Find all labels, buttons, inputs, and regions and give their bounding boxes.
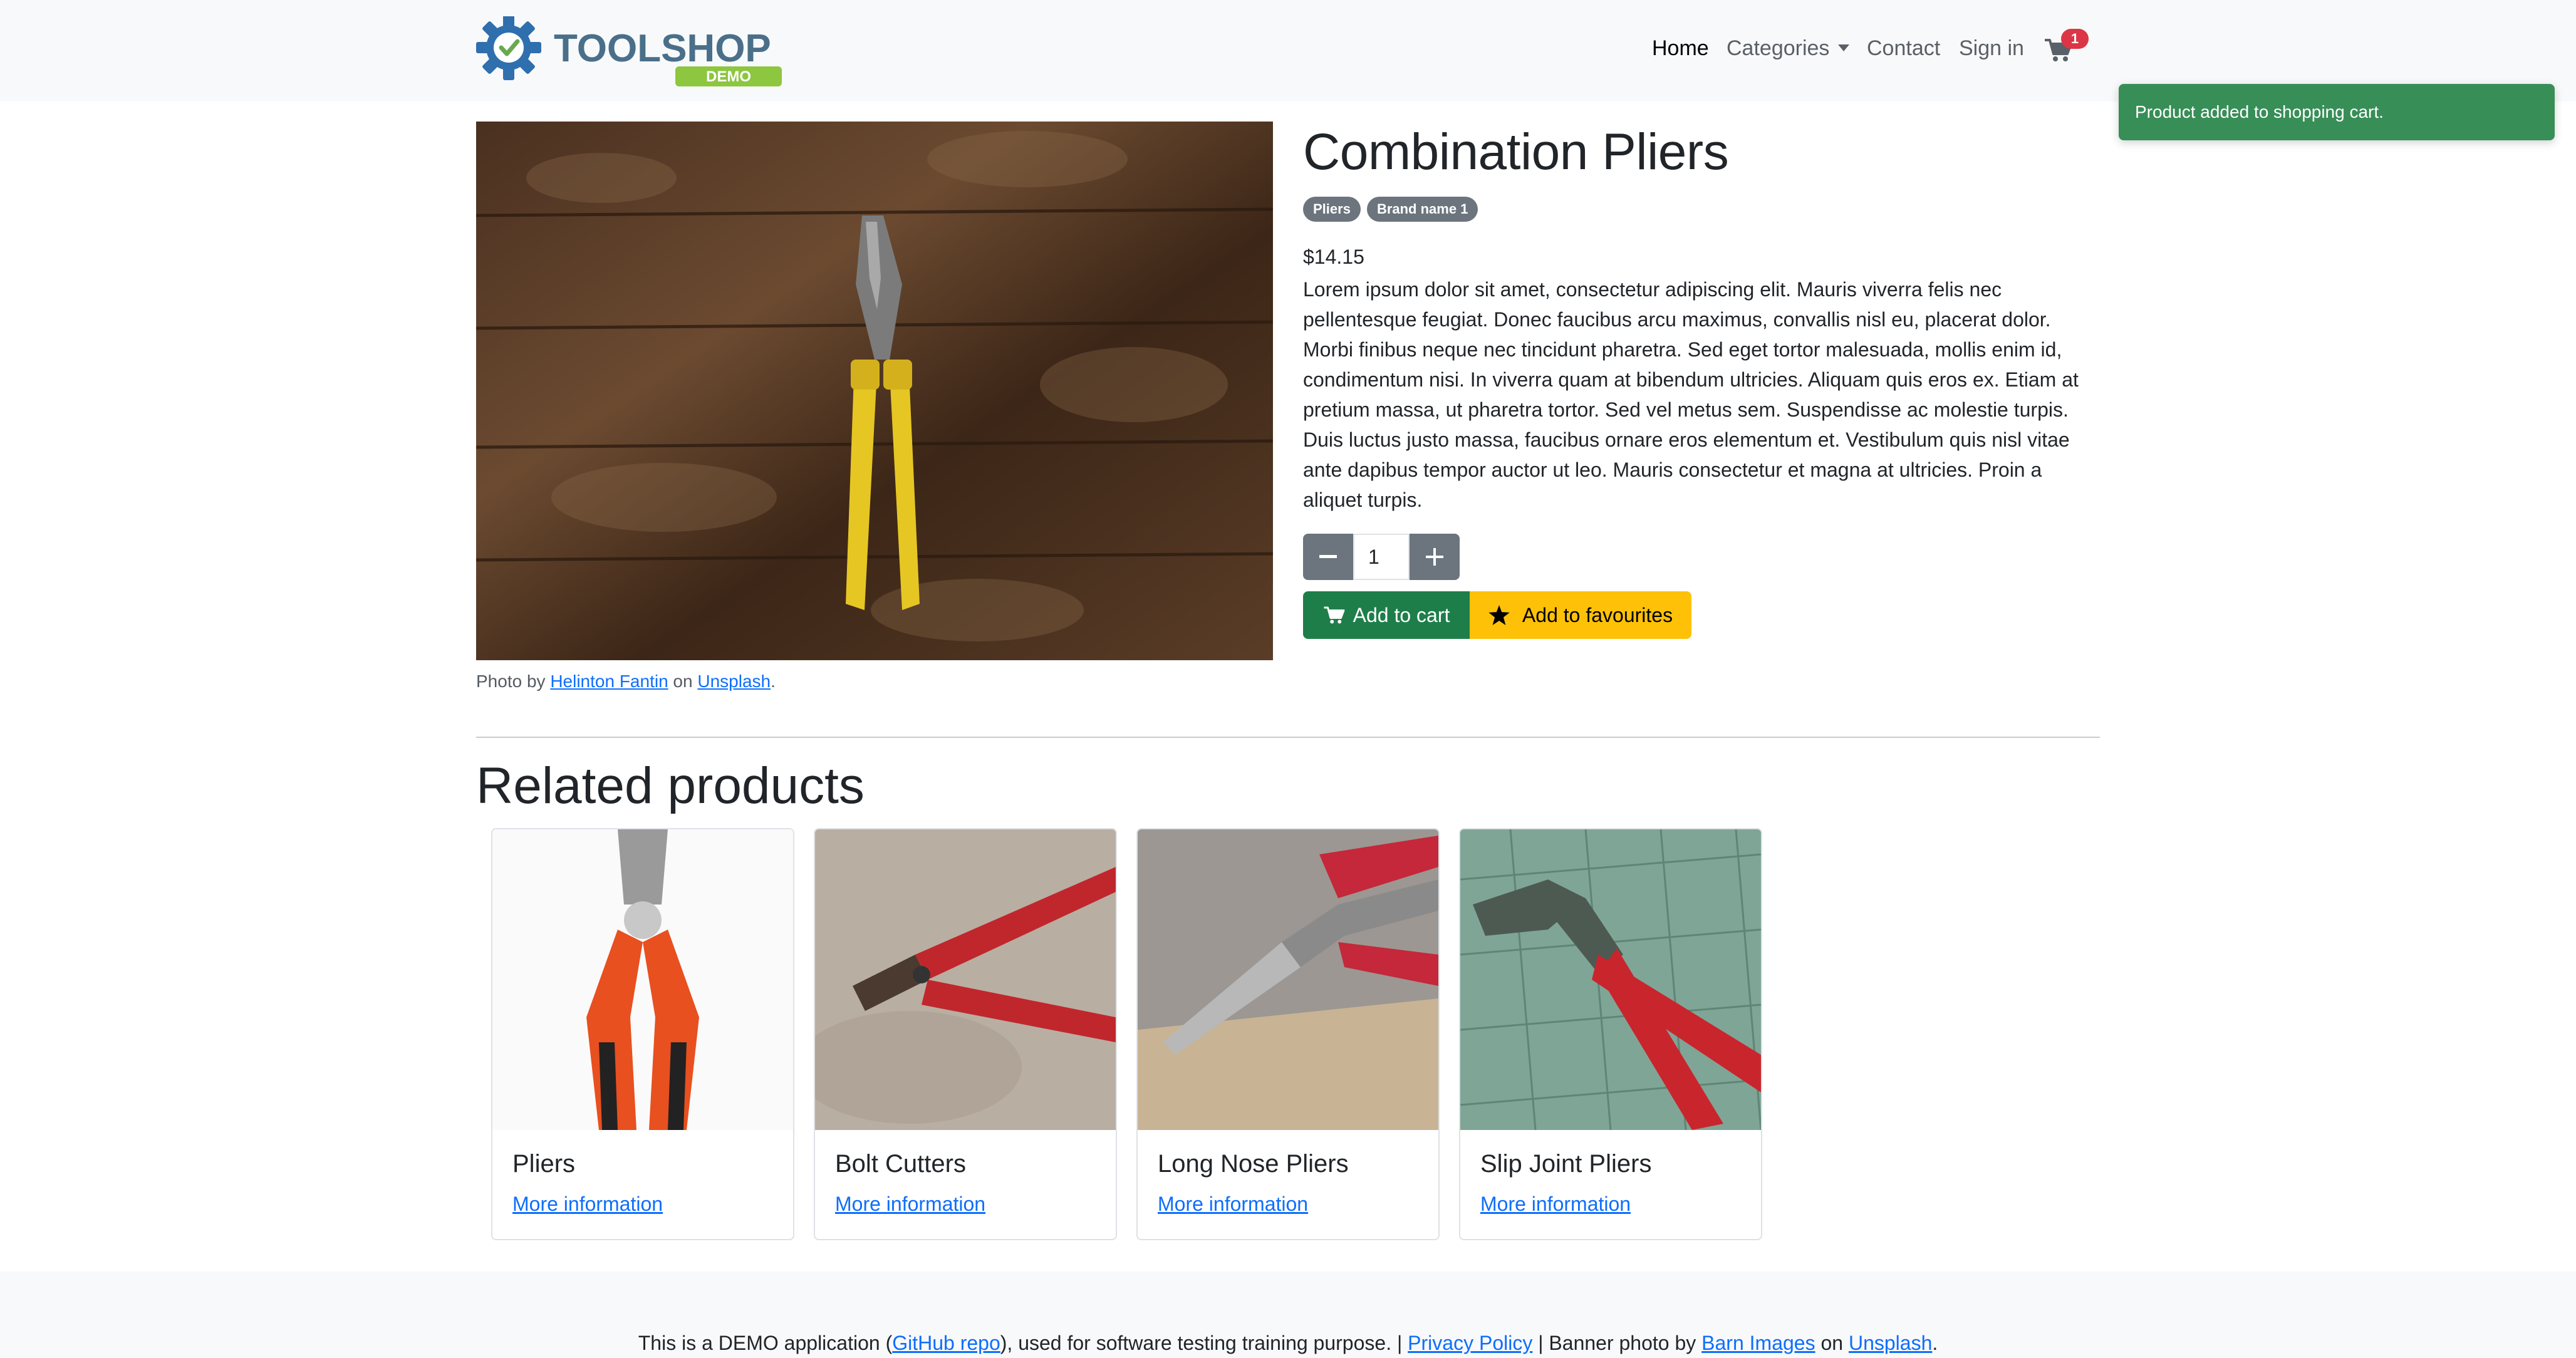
photo-author-link[interactable]: Helinton Fantin xyxy=(550,671,668,691)
nav-home[interactable]: Home xyxy=(1652,36,1709,61)
minus-icon xyxy=(1319,555,1337,558)
privacy-policy-link[interactable]: Privacy Policy xyxy=(1408,1332,1532,1354)
footer-text-3: | Banner photo by xyxy=(1532,1332,1702,1354)
related-product-card[interactable]: Long Nose Pliers More information xyxy=(1136,828,1440,1240)
toolshop-logo[interactable]: TOOLSHOP DEMO xyxy=(476,15,789,86)
related-product-image xyxy=(1138,829,1438,1130)
star-icon xyxy=(1488,605,1510,625)
related-product-name: Long Nose Pliers xyxy=(1158,1150,1349,1178)
more-information-link[interactable]: More information xyxy=(1480,1193,1631,1216)
related-product-image xyxy=(492,829,793,1130)
footer-text: This is a DEMO application (GitHub repo)… xyxy=(0,1332,2576,1355)
product-description: Lorem ipsum dolor sit amet, consectetur … xyxy=(1303,278,2079,511)
increase-quantity-button[interactable] xyxy=(1410,534,1460,580)
footer: This is a DEMO application (GitHub repo)… xyxy=(0,1272,2576,1358)
gear-check-logo-icon xyxy=(476,15,541,80)
add-to-favourites-button[interactable]: Add to favourites xyxy=(1470,591,1691,639)
nav-sign-in[interactable]: Sign in xyxy=(1959,36,2024,61)
product-price: $14.15 xyxy=(1303,246,1364,268)
section-divider xyxy=(476,737,2100,738)
svg-text:DEMO: DEMO xyxy=(706,68,751,85)
photo-source-link[interactable]: Unsplash xyxy=(697,671,771,691)
decrease-quantity-button[interactable] xyxy=(1303,534,1353,580)
category-badge: Pliers xyxy=(1303,197,1361,222)
related-product-card[interactable]: Pliers More information xyxy=(491,828,794,1240)
add-to-cart-label: Add to cart xyxy=(1353,603,1450,626)
photo-credit-suffix: . xyxy=(771,671,776,691)
cart-icon xyxy=(1324,606,1345,624)
more-information-link[interactable]: More information xyxy=(835,1193,985,1216)
svg-text:TOOLSHOP: TOOLSHOP xyxy=(554,27,771,70)
photo-credit-middle: on xyxy=(668,671,698,691)
nav-categories[interactable]: Categories xyxy=(1727,36,1850,61)
related-product-card[interactable]: Bolt Cutters More information xyxy=(814,828,1117,1240)
nav-contact[interactable]: Contact xyxy=(1867,36,1940,61)
more-information-link[interactable]: More information xyxy=(1158,1193,1308,1216)
related-product-card[interactable]: Slip Joint Pliers More information xyxy=(1459,828,1762,1240)
add-to-favourites-label: Add to favourites xyxy=(1522,603,1673,626)
barn-images-link[interactable]: Barn Images xyxy=(1701,1332,1815,1354)
quantity-stepper: 1 xyxy=(1303,534,1460,580)
plus-icon xyxy=(1426,548,1443,566)
related-product-name: Pliers xyxy=(512,1150,576,1178)
quantity-input[interactable]: 1 xyxy=(1353,534,1410,580)
product-actions: Add to cart Add to favourites xyxy=(1303,591,1691,639)
nav-categories-label: Categories xyxy=(1727,36,1830,60)
github-repo-link[interactable]: GitHub repo xyxy=(892,1332,1000,1354)
footer-text-4: on xyxy=(1815,1332,1849,1354)
brand-badge: Brand name 1 xyxy=(1366,197,1478,222)
footer-text-2: ), used for software testing training pu… xyxy=(1000,1332,1408,1354)
related-product-image xyxy=(815,829,1116,1130)
related-product-image xyxy=(1460,829,1761,1130)
product-image xyxy=(476,122,1273,660)
photo-credit: Photo by Helinton Fantin on Unsplash. xyxy=(476,671,776,692)
product-tags: Pliers Brand name 1 xyxy=(1303,197,1478,222)
related-product-name: Bolt Cutters xyxy=(835,1150,966,1178)
unsplash-link[interactable]: Unsplash xyxy=(1849,1332,1932,1354)
footer-text-5: . xyxy=(1932,1332,1938,1354)
more-information-link[interactable]: More information xyxy=(512,1193,663,1216)
related-products-heading: Related products xyxy=(476,757,865,814)
footer-text-1: This is a DEMO application ( xyxy=(638,1332,893,1354)
related-product-name: Slip Joint Pliers xyxy=(1480,1150,1652,1178)
photo-credit-prefix: Photo by xyxy=(476,671,551,691)
product-title: Combination Pliers xyxy=(1303,123,1729,180)
cart-count-badge: 1 xyxy=(2061,29,2089,49)
toast-notification[interactable]: Product added to shopping cart. xyxy=(2119,84,2555,140)
add-to-cart-button[interactable]: Add to cart xyxy=(1303,591,1470,639)
chevron-down-icon xyxy=(1838,44,1850,51)
